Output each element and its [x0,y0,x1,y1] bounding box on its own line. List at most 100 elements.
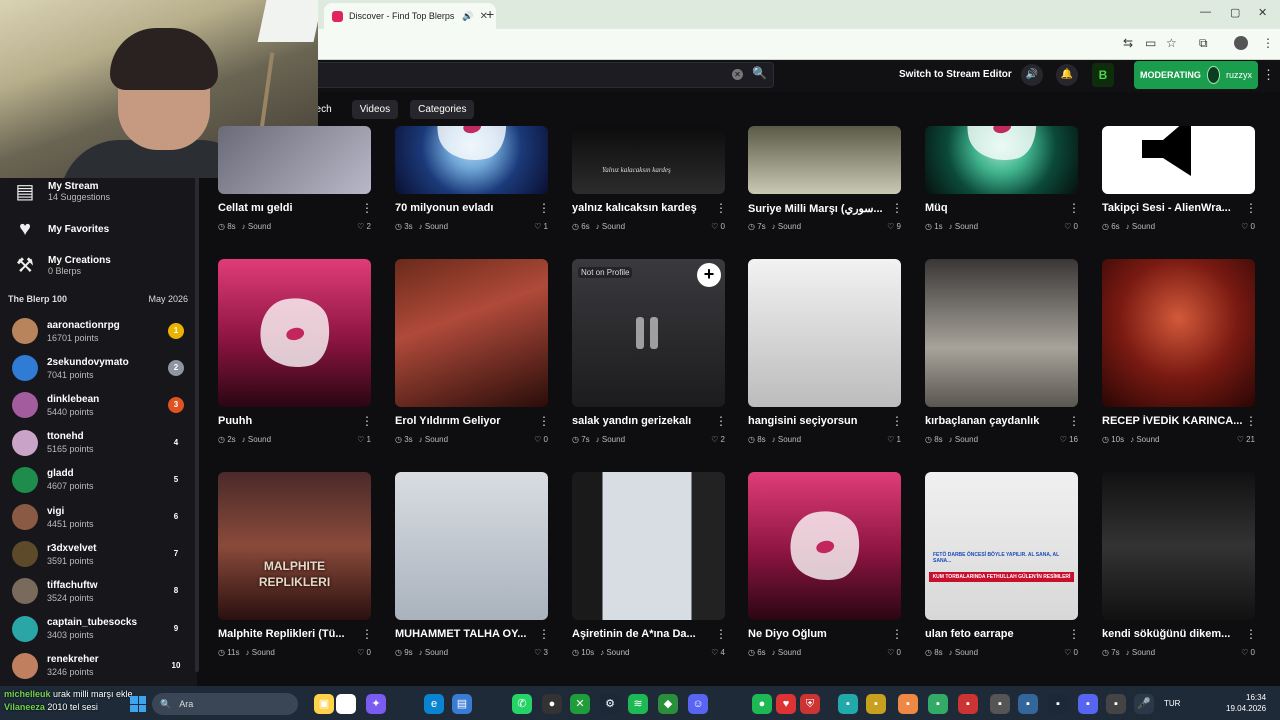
taskbar-search-input[interactable]: 🔍 Ara [152,693,298,715]
heart-icon[interactable]: ♡ [1064,648,1073,657]
blerp-title[interactable]: yalnız kalıcaksın kardeş [572,202,712,214]
browser-tab[interactable]: Discover - Find Top Blerps 🔊 ✕ [324,3,496,29]
card-menu-icon[interactable]: ⋮ [538,414,550,428]
sidebar-item-my-creations[interactable]: ⚒ My Creations 0 Blerps [12,252,111,278]
copilot-icon[interactable]: ✦ [366,694,386,714]
extensions-icon[interactable]: ⧉ [1199,36,1208,51]
card-menu-icon[interactable]: ⋮ [1245,414,1257,428]
heart-icon[interactable]: ♡ [887,435,896,444]
spotify-icon[interactable]: ≋ [628,694,648,714]
card-menu-icon[interactable]: ⋮ [891,201,903,215]
card-menu-icon[interactable]: ⋮ [891,414,903,428]
tray-app4-icon[interactable]: ▪ [928,694,948,714]
heart-icon[interactable]: ♡ [1237,435,1246,444]
blerp-thumbnail[interactable] [925,126,1078,194]
blerp-thumbnail[interactable] [1102,472,1255,620]
tray-app2-icon[interactable]: ▪ [866,694,886,714]
blerp-title[interactable]: Ne Diyo Oğlum [748,628,888,640]
moderating-button[interactable]: MODERATING ruzzyx [1134,61,1258,89]
browser-menu-icon[interactable]: ⋮ [1262,36,1274,50]
tray-shield-icon[interactable]: ⛨ [800,694,820,714]
leaderboard-row[interactable]: ttonehd 5165 points 4 [12,428,184,458]
leaderboard-row[interactable]: vigi 4451 points 6 [12,502,184,532]
whatsapp-icon[interactable]: ✆ [512,694,532,714]
blerp-thumbnail[interactable] [1102,259,1255,407]
blerp-thumbnail[interactable] [748,126,901,194]
blerp-title[interactable]: RECEP İVEDİK KARINCA... [1102,415,1242,427]
card-menu-icon[interactable]: ⋮ [1068,201,1080,215]
leaderboard-row[interactable]: r3dxvelvet 3591 points 7 [12,539,184,569]
obs-icon[interactable]: ● [542,694,562,714]
blerp-thumbnail[interactable]: FETÖ DARBE ÖNCESİ BÖYLE YAPILIR. AL SANA… [925,472,1078,620]
search-icon[interactable]: 🔍 [752,66,767,80]
tray-app6-icon[interactable]: ▪ [990,694,1010,714]
store-icon[interactable]: ▤ [452,694,472,714]
chrome-icon[interactable]: ◉ [336,694,356,714]
blerp-thumbnail[interactable]: Not on Profile + [572,259,725,407]
heart-icon[interactable]: ♡ [887,648,896,657]
windows-start-icon[interactable] [130,696,146,712]
heart-icon[interactable]: ♡ [711,648,720,657]
blerp-title[interactable]: MUHAMMET TALHA OY... [395,628,535,640]
heart-icon[interactable]: ♡ [357,222,366,231]
blerp-thumbnail[interactable] [395,259,548,407]
tray-app9-icon[interactable]: ▪ [1078,694,1098,714]
blerp-thumbnail[interactable]: Yalnız kalacaksın kardeş [572,126,725,194]
close-window-button[interactable]: ✕ [1258,6,1267,19]
blerp-title[interactable]: ulan feto earrape [925,628,1065,640]
heart-icon[interactable]: ♡ [711,435,720,444]
blerp-title[interactable]: Puuhh [218,415,358,427]
sidebar-item-my-favorites[interactable]: ♥ My Favorites [12,216,109,242]
card-menu-icon[interactable]: ⋮ [715,627,727,641]
tray-red-icon[interactable]: ♥ [776,694,796,714]
card-menu-icon[interactable]: ⋮ [715,201,727,215]
sidebar-scrollbar[interactable] [195,92,199,672]
heart-icon[interactable]: ♡ [1060,435,1069,444]
heart-icon[interactable]: ♡ [357,435,366,444]
tray-app1-icon[interactable]: ▪ [838,694,858,714]
more-options-icon[interactable]: ⋮ [1262,67,1275,83]
blerp-title[interactable]: Cellat mı geldi [218,202,358,214]
blerp-title[interactable]: Suriye Milli Marşı (سوري... [748,202,888,215]
leaderboard-row[interactable]: gladd 4607 points 5 [12,465,184,495]
leaderboard-row[interactable]: tiffachuftw 3524 points 8 [12,576,184,606]
tray-app8-icon[interactable]: ▪ [1048,694,1068,714]
file-explorer-icon[interactable]: ▣ [314,694,334,714]
volume-icon[interactable]: 🔊 [1021,64,1043,86]
heart-icon[interactable]: ♡ [1241,648,1250,657]
xbox-icon[interactable]: ✕ [570,694,590,714]
address-bar[interactable] [318,29,1280,60]
tray-green-icon[interactable]: ● [752,694,772,714]
heart-icon[interactable]: ♡ [534,222,543,231]
switch-stream-editor-link[interactable]: Switch to Stream Editor [899,69,1012,80]
heart-icon[interactable]: ♡ [887,222,896,231]
pause-icon[interactable] [636,317,662,349]
search-input[interactable] [300,62,774,88]
tray-app10-icon[interactable]: ▪ [1106,694,1126,714]
leaderboard-row[interactable]: renekreher 3246 points 10 [12,651,184,681]
blerp-thumbnail[interactable] [925,259,1078,407]
game-icon[interactable]: ◆ [658,694,678,714]
clear-search-icon[interactable]: ✕ [732,69,743,80]
profile-avatar[interactable] [1234,36,1248,50]
card-menu-icon[interactable]: ⋮ [1068,627,1080,641]
add-blerp-button[interactable]: + [697,263,721,287]
card-menu-icon[interactable]: ⋮ [538,627,550,641]
blerp-thumbnail[interactable] [1102,126,1255,194]
cast-icon[interactable]: ▭ [1145,36,1156,50]
blerp-title[interactable]: Malphite Replikleri (Tü... [218,628,358,640]
heart-icon[interactable]: ♡ [711,222,720,231]
tray-app3-icon[interactable]: ▪ [898,694,918,714]
card-menu-icon[interactable]: ⋮ [1245,201,1257,215]
mic-icon[interactable]: 🎤 [1134,694,1154,714]
edge-icon[interactable]: e [424,694,444,714]
tab-categories[interactable]: Categories [410,100,475,119]
heart-icon[interactable]: ♡ [1241,222,1250,231]
blerp-thumbnail[interactable] [748,259,901,407]
card-menu-icon[interactable]: ⋮ [361,414,373,428]
bell-icon[interactable]: 🔔 [1056,64,1078,86]
discord-icon[interactable]: ☺ [688,694,708,714]
blerp-title[interactable]: Erol Yıldırım Geliyor [395,415,535,427]
blerp-thumbnail[interactable] [395,126,548,194]
tab-videos[interactable]: Videos [351,100,399,119]
